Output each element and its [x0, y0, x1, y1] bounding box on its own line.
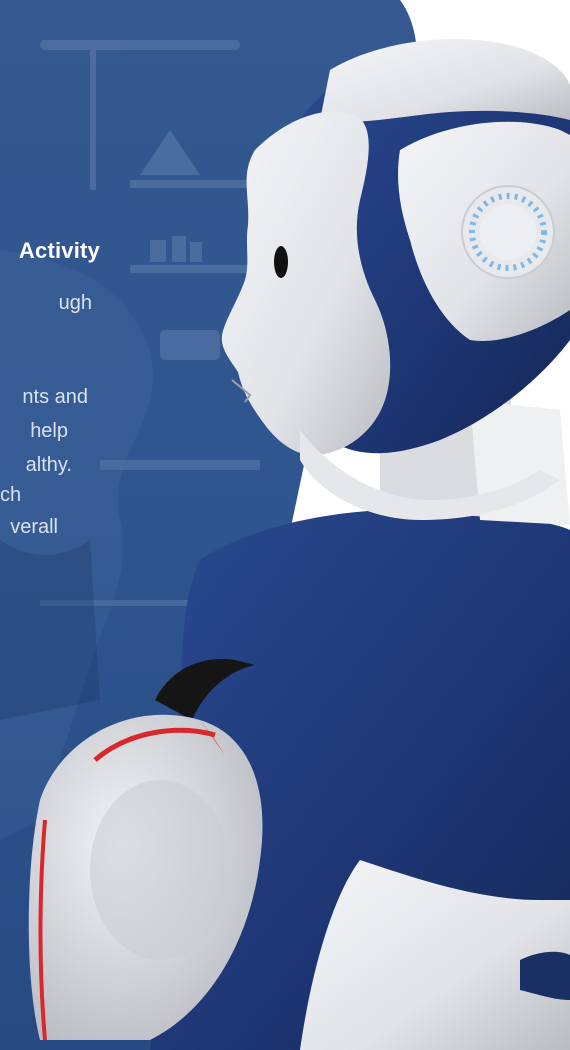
robot-eye [274, 246, 288, 278]
humanoid-robot-image [28, 39, 570, 1050]
hero-stage: Activity ugh nts and help althy. ch vera… [0, 0, 570, 1050]
robot-face [221, 111, 391, 456]
